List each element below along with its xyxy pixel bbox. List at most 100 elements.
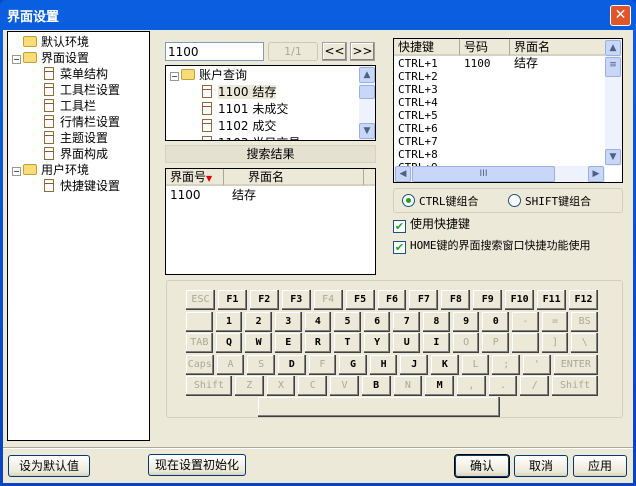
key--[interactable]: - [512, 311, 539, 332]
key-K[interactable]: K [431, 354, 459, 375]
screen-item[interactable]: 1103 当日交易 [202, 135, 300, 140]
shift-radio[interactable]: SHIFT键组合 [508, 193, 591, 209]
key-BS[interactable]: BS [571, 311, 598, 332]
tree-item[interactable]: − 用户环境 [12, 162, 89, 178]
key-P[interactable]: P [482, 333, 510, 353]
hotkey-row[interactable]: CTRL+1 1100 结存 [398, 57, 538, 71]
result-row[interactable]: 1100 结存 [170, 187, 256, 203]
key-ESC[interactable]: ESC [186, 290, 215, 310]
key-F5[interactable]: F5 [345, 290, 375, 310]
scroll-left-icon[interactable]: ◀ [395, 166, 411, 182]
key-.[interactable]: . [488, 376, 518, 396]
key-F4[interactable]: F4 [313, 290, 343, 310]
use-hotkeys-checkbox[interactable]: ✔ 使用快捷键 [393, 216, 470, 233]
tree-item[interactable]: 快捷键设置 [44, 178, 120, 194]
col-name[interactable]: 界面名 [510, 39, 606, 56]
key-8[interactable]: 8 [423, 311, 450, 332]
key-B[interactable]: B [361, 376, 391, 396]
key-3[interactable]: 3 [274, 311, 302, 332]
col-screen-name[interactable]: 界面名 [224, 169, 364, 186]
hotkey-row[interactable]: CTRL+5 [398, 109, 514, 122]
key-5[interactable]: 5 [334, 311, 361, 332]
key-F1[interactable]: F1 [217, 290, 247, 310]
key-U[interactable]: U [393, 333, 421, 353]
scroll-thumb[interactable]: III [412, 166, 555, 182]
home-search-checkbox[interactable]: ✔ HOME键的界面搜索窗口快捷功能使用 [393, 237, 591, 254]
scroll-thumb[interactable]: ≡ [605, 57, 621, 77]
key-N[interactable]: N [393, 376, 423, 396]
prev-button[interactable]: << [322, 42, 347, 61]
ctrl-radio[interactable]: CTRL键组合 [402, 193, 479, 209]
key-F11[interactable]: F11 [537, 290, 567, 310]
key-F8[interactable]: F8 [441, 290, 471, 310]
key-G[interactable]: G [339, 354, 367, 375]
key-TAB[interactable]: TAB [186, 333, 213, 353]
key-Y[interactable]: Y [363, 333, 391, 353]
key-W[interactable]: W [245, 333, 272, 353]
scroll-up-icon[interactable]: ▲ [359, 67, 375, 83]
scroll-up-icon[interactable]: ▲ [605, 40, 621, 56]
key-;[interactable]: ; [492, 354, 521, 375]
key-J[interactable]: J [400, 354, 429, 375]
set-default-button[interactable]: 设为默认值 [8, 455, 90, 477]
key-F3[interactable]: F3 [281, 290, 311, 310]
scroll-right-icon[interactable]: ▶ [588, 166, 604, 182]
key-F9[interactable]: F9 [473, 290, 503, 310]
key-blank[interactable] [512, 333, 539, 353]
hotkey-row[interactable]: CTRL+8 [398, 148, 514, 161]
key-L[interactable]: L [461, 354, 490, 375]
screen-item[interactable]: 1102 成交 [202, 118, 276, 134]
key-/[interactable]: / [520, 376, 550, 396]
key-O[interactable]: O [452, 333, 480, 353]
tree-item[interactable]: 界面构成 [44, 146, 108, 162]
tree-item[interactable]: 菜单结构 [44, 66, 108, 82]
tree-item[interactable]: 默认环境 [12, 34, 89, 50]
tree-item[interactable]: 行情栏设置 [44, 114, 120, 130]
key-ENTER[interactable]: ENTER [553, 354, 598, 375]
key-A[interactable]: A [216, 354, 245, 375]
key-S[interactable]: S [247, 354, 275, 375]
key-F7[interactable]: F7 [409, 290, 439, 310]
key-E[interactable]: E [274, 333, 302, 353]
scroll-thumb[interactable] [359, 85, 375, 99]
cancel-button[interactable]: 取消 [514, 455, 568, 477]
key-9[interactable]: 9 [452, 311, 480, 332]
collapse-icon[interactable]: − [170, 72, 179, 81]
vertical-scrollbar[interactable]: ▲ ▼ [359, 66, 375, 140]
hotkey-list[interactable]: CTRL+9CTRL+8CTRL+7CTRL+6CTRL+5CTRL+4CTRL… [393, 38, 623, 183]
space-key[interactable] [258, 397, 500, 417]
tree-item[interactable]: − 界面设置 [12, 50, 89, 66]
vertical-scrollbar[interactable]: ▲ ≡ ▼ [605, 39, 622, 166]
hotkey-row[interactable]: CTRL+3 [398, 83, 514, 96]
horizontal-scrollbar[interactable]: ◀ III ▶ [394, 166, 605, 182]
key-F12[interactable]: F12 [569, 290, 598, 310]
key-T[interactable]: T [334, 333, 361, 353]
key-7[interactable]: 7 [393, 311, 421, 332]
key-F2[interactable]: F2 [249, 290, 279, 310]
key-H[interactable]: H [369, 354, 398, 375]
settings-tree[interactable]: 默认环境 − 界面设置 菜单结构 工具栏设置 工具栏 行情栏设置 主题设置 界面构成 − 用户环境快… [7, 31, 150, 441]
key-Caps[interactable]: Caps [186, 354, 214, 375]
next-button[interactable]: >> [350, 42, 375, 61]
tree-item[interactable]: 主题设置 [44, 130, 108, 146]
key-F6[interactable]: F6 [377, 290, 407, 310]
key-I[interactable]: I [423, 333, 450, 353]
expander-icon[interactable]: − [12, 167, 21, 176]
key-0[interactable]: 0 [482, 311, 510, 332]
results-list[interactable]: 界面号▼ 界面名 1100 结存 [165, 168, 376, 275]
tree-item[interactable]: 工具栏设置 [44, 82, 120, 98]
key-R[interactable]: R [304, 333, 332, 353]
screen-item[interactable]: 1101 未成交 [202, 101, 288, 117]
key-'[interactable]: ' [523, 354, 551, 375]
key-4[interactable]: 4 [304, 311, 332, 332]
key-][interactable]: ] [541, 333, 569, 353]
key-6[interactable]: 6 [363, 311, 391, 332]
col-code[interactable]: 号码 [460, 39, 510, 56]
key-V[interactable]: V [330, 376, 359, 396]
key-\[interactable]: \ [571, 333, 598, 353]
col-screen-code[interactable]: 界面号▼ [166, 169, 224, 186]
key-F[interactable]: F [308, 354, 337, 375]
key-X[interactable]: X [266, 376, 296, 396]
tree-item[interactable]: 工具栏 [44, 98, 96, 114]
key-D[interactable]: D [277, 354, 306, 375]
